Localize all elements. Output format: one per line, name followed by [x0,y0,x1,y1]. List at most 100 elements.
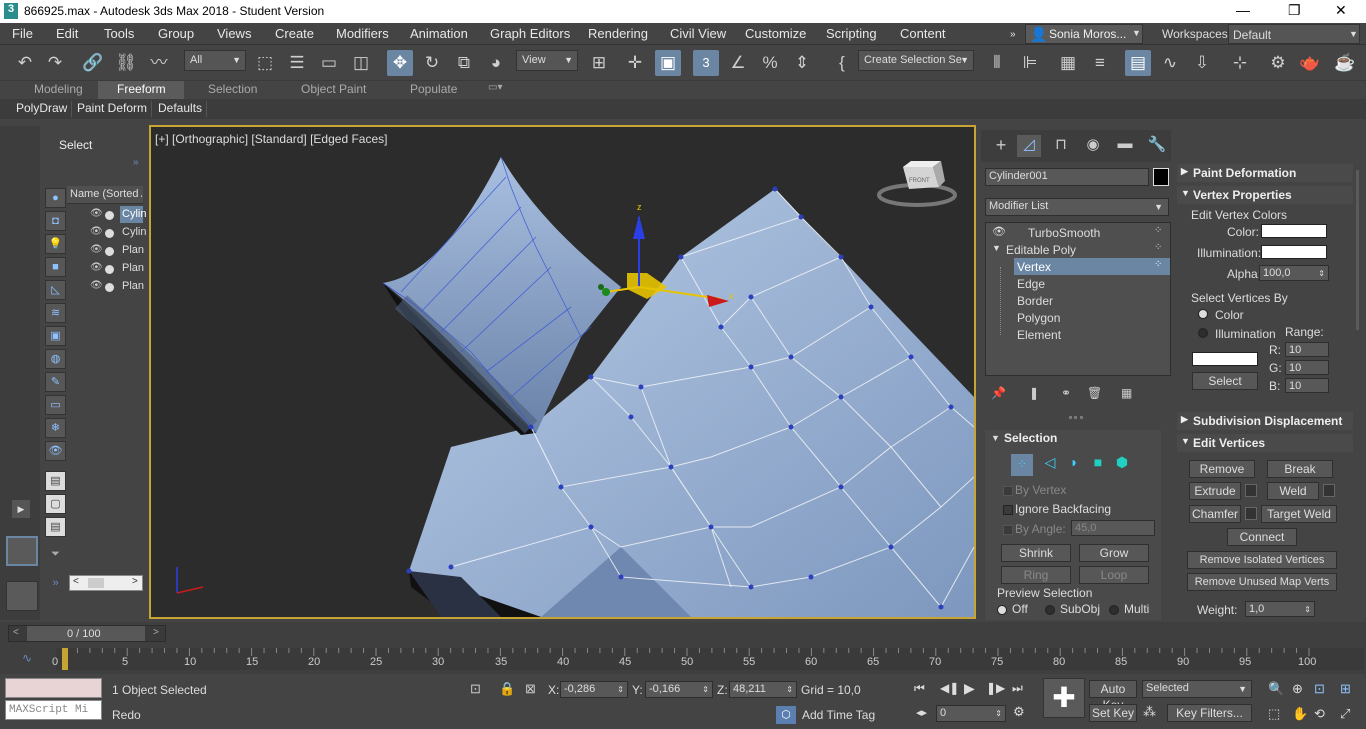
eye-icon[interactable]: 👁 [90,208,103,219]
eye-icon[interactable]: 👁 [992,225,1006,238]
viewport-orthographic[interactable]: [+] [Orthographic] [Standard] [Edged Fac… [149,125,976,619]
eye-icon[interactable]: 👁 [90,280,103,291]
lock-selection-icon[interactable]: 🔒 [499,681,515,697]
time-tag-icon[interactable]: ⬡ [776,706,796,724]
menu-file[interactable]: File [12,26,33,41]
weld-settings-icon[interactable] [1323,484,1335,497]
set-key-big-button[interactable]: ✚ [1043,678,1085,718]
xrefs-filter-icon[interactable]: ❄ [45,418,66,438]
spinner-icon[interactable]: ⇕ [1304,602,1311,617]
ignore-backfacing-checkbox[interactable] [1003,505,1013,515]
polygon-mode-icon[interactable]: ■ [1087,454,1109,476]
viewport-layout-2[interactable] [6,581,38,611]
g-spinner[interactable]: 10 [1285,360,1329,375]
workspace-dropdown[interactable]: Default ▼ [1228,24,1360,44]
collapse-icon[interactable]: » [133,157,139,168]
color-radio[interactable] [1198,309,1208,319]
stack-item-vertex[interactable]: Vertex ⁘ [1014,258,1170,275]
render-icon[interactable] [105,211,114,220]
rollout-collapse-icon[interactable]: ▼ [991,433,1000,443]
eye-icon[interactable]: 👁 [90,262,103,273]
render-production-icon[interactable]: ☕ [1332,50,1358,76]
rendered-frame-window-icon[interactable]: 🫖 [1297,50,1323,76]
redo-icon[interactable]: ↷ [42,50,68,76]
move-icon[interactable]: ✥ [387,50,413,76]
toggle-ribbon-icon[interactable]: ▤ [1125,50,1151,76]
select-and-manipulate-icon[interactable]: ✛ [622,50,648,76]
keyboard-shortcut-override-icon[interactable]: ▣ [655,50,681,76]
curve-editor-mini-icon[interactable]: ∿ [22,651,32,665]
edit-vertices-rollout[interactable]: ▼ Edit Vertices [1177,434,1353,452]
toggle-layer-explorer-icon[interactable]: ≡ [1087,50,1113,76]
eye-icon[interactable]: 👁 [90,226,103,237]
render-icon[interactable] [105,247,114,256]
weld-button[interactable]: Weld [1267,482,1319,500]
remove-isolated-vertices-button[interactable]: Remove Isolated Vertices [1187,551,1337,569]
vertex-mode-icon[interactable]: ⁘ [1011,454,1033,476]
menu-animation[interactable]: Animation [410,26,468,41]
cameras-filter-icon[interactable]: ■ [45,257,66,277]
lights-filter-icon[interactable]: 💡 [45,234,66,254]
paint-deform-panel[interactable]: Paint Deform [73,101,153,117]
menu-edit[interactable]: Edit [56,26,78,41]
layer-view-icon[interactable]: ▢ [45,494,66,514]
render-icon[interactable] [105,229,114,238]
illumination-swatch[interactable] [1261,245,1327,259]
rotate-icon[interactable]: ↻ [419,50,445,76]
connect-button[interactable]: Connect [1227,528,1297,546]
pin-stack-icon[interactable]: 📌 [991,386,1006,400]
eye-icon[interactable]: 👁 [90,244,103,255]
key-mode-toggle-icon[interactable]: ◂▸ [916,706,927,719]
bind-spacewarp-icon[interactable]: 〰 [146,50,172,76]
list-view-icon[interactable]: ▤ [45,471,66,491]
next-frame-icon[interactable]: ❚▶ [986,681,1005,695]
pan-view-icon[interactable]: ✋ [1292,706,1308,722]
remove-modifier-icon[interactable]: 🗑 [1087,386,1102,400]
extrude-button[interactable]: Extrude [1189,482,1241,500]
remove-unused-map-verts-button[interactable]: Remove Unused Map Verts [1187,573,1337,591]
menu-rendering[interactable]: Rendering [588,26,648,41]
selection-rollout-title[interactable]: Selection [1004,431,1057,445]
stack-item-element[interactable]: Element [1017,328,1061,342]
tab-modeling[interactable]: Modeling [34,82,83,96]
named-selection-dropdown[interactable]: Create Selection Se ▼ [858,50,974,71]
make-unique-icon[interactable]: ⚭ [1061,386,1071,400]
expand-icon[interactable]: ▶ [12,500,30,518]
minimize-button[interactable]: — [1236,2,1250,18]
menu-content[interactable]: Content [900,26,946,41]
schematic-view-icon[interactable]: ⇩ [1189,50,1215,76]
spinner-icon[interactable]: ⇕ [786,682,793,697]
b-spinner[interactable]: 10 [1285,378,1329,393]
alpha-spinner[interactable]: 100,0 ⇕ [1259,265,1329,281]
tab-selection[interactable]: Selection [208,82,257,96]
tab-freeform[interactable]: Freeform [117,82,166,96]
menu-scripting[interactable]: Scripting [826,26,877,41]
modifier-list-dropdown[interactable]: Modifier List ▼ [985,198,1169,216]
field-of-view-icon[interactable]: ⬚ [1268,706,1280,722]
angle-spinner[interactable]: 45,0 [1071,520,1155,536]
illumination-radio[interactable] [1198,328,1208,338]
spinner-icon[interactable]: ⇕ [995,706,1002,721]
menu-modifiers[interactable]: Modifiers [336,26,389,41]
edit-named-selection-icon[interactable]: { [829,50,855,76]
time-configuration-icon[interactable]: ⚙ [1013,704,1025,720]
menu-views[interactable]: Views [217,26,251,41]
menu-civil-view[interactable]: Civil View [670,26,726,41]
grow-button[interactable]: Grow [1079,544,1149,562]
stack-item-border[interactable]: Border [1017,294,1053,308]
list-item[interactable]: 👁 Plan [67,278,144,296]
maxscript-listener-output[interactable] [5,678,102,698]
ring-button[interactable]: Ring [1001,566,1071,584]
material-editor-icon[interactable]: ⊹ [1227,50,1253,76]
menu-overflow-icon[interactable]: » [1010,29,1016,40]
go-to-end-icon[interactable]: ⏭ [1012,681,1023,696]
filter-icon[interactable]: ⏷ [45,545,66,565]
properties-icon[interactable]: ▤ [45,517,66,537]
hidden-filter-icon[interactable]: 👁 [45,441,66,461]
toggle-scene-explorer-icon[interactable]: ▦ [1055,50,1081,76]
stack-item-turbosmooth[interactable]: 👁 TurboSmooth ⁘ [986,224,1170,241]
link-icon[interactable]: 🔗 [80,50,106,76]
orbit-icon[interactable]: ⟲ [1314,706,1325,722]
mirror-icon[interactable]: ⫴ [984,50,1010,76]
break-button[interactable]: Break [1267,460,1333,478]
